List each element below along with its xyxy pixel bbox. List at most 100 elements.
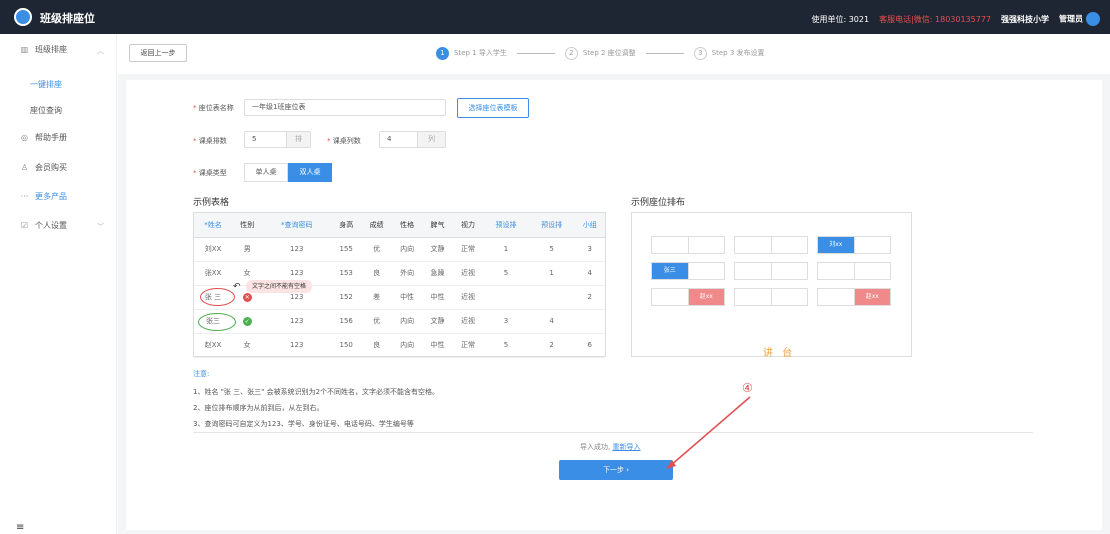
more-icon: ··· xyxy=(20,192,29,201)
sidebar-item-class-seating[interactable]: ▥ 班级排座 xyxy=(20,44,67,55)
cell: 5 xyxy=(483,261,529,286)
menu-toggle-icon[interactable]: ≡ xyxy=(16,522,24,533)
cell: 内向 xyxy=(391,333,423,358)
back-button[interactable]: 返回上一步 xyxy=(129,44,187,62)
app-logo-icon xyxy=(14,8,32,26)
desk: 张三 xyxy=(651,262,725,280)
cell: 123 xyxy=(262,309,331,334)
step-divider xyxy=(516,52,555,54)
avatar-icon[interactable] xyxy=(1086,12,1100,26)
help-icon: ◎ xyxy=(21,133,28,142)
cell: 正常 xyxy=(452,333,484,358)
desk xyxy=(734,262,808,280)
unit-label: 使用单位: 3021 xyxy=(811,14,870,24)
col-header: 性格 xyxy=(391,213,423,238)
col-header: 性别 xyxy=(232,213,263,238)
cell: 正常 xyxy=(452,237,484,262)
cell xyxy=(574,309,605,334)
note-item: 1、姓名 "张 三、张三" 会被系统识别为2个不同姓名，文字必须不能含有空格。 xyxy=(193,388,440,396)
sidebar-item-label: 帮助手册 xyxy=(35,133,67,142)
import-status: 导入成功, 重新导入 xyxy=(580,443,641,451)
step-indicator: 1 Step 1 导入学生 2 Step 2 座位调整 3 Step 3 发布设… xyxy=(436,45,765,61)
cell: 女 xyxy=(232,333,263,358)
ok-highlight-circle xyxy=(198,313,236,331)
step-1-label: Step 1 导入学生 xyxy=(454,49,507,57)
chevron-up-icon[interactable]: ︿ xyxy=(97,46,104,56)
cell: 急躁 xyxy=(422,261,453,286)
col-header: *姓名 xyxy=(194,213,233,238)
choose-template-button[interactable]: 选择座位表模板 xyxy=(457,98,529,118)
user-name[interactable]: 管理员 xyxy=(1059,12,1100,26)
check-icon: ✓ xyxy=(242,316,252,326)
cell: 1 xyxy=(528,261,575,286)
cell xyxy=(483,285,529,310)
col-header: *查询密码 xyxy=(262,213,331,238)
cell: 文静 xyxy=(422,309,453,334)
cell: 2 xyxy=(528,333,575,358)
cell: 文静 xyxy=(422,237,453,262)
sidebar: ▥ 班级排座 ︿ 一键排座 座位查询 ◎ 帮助手册 ♙ 会员购买 ··· 更多产… xyxy=(0,34,117,534)
col-header: 脾气 xyxy=(422,213,453,238)
single-desk-option[interactable]: 单人桌 xyxy=(244,163,288,182)
cell: 张XX xyxy=(194,261,233,286)
sidebar-item-personal-settings[interactable]: ☑ 个人设置 xyxy=(20,220,67,231)
table-header-row: *姓名 性别 *查询密码 身高 成绩 性格 脾气 视力 预设排 预设排 小组 xyxy=(194,213,605,238)
sidebar-item-label: 班级排座 xyxy=(35,45,67,54)
cell: 中性 xyxy=(422,333,453,358)
chevron-down-icon[interactable]: ﹀ xyxy=(97,222,104,232)
desk: 赵xx xyxy=(651,288,725,306)
user-icon: ♙ xyxy=(20,163,29,172)
notes-title: 注意: xyxy=(193,370,210,378)
sidebar-item-more-products[interactable]: ··· 更多产品 xyxy=(20,191,67,202)
cell: 良 xyxy=(361,261,392,286)
cell: 男 xyxy=(232,237,263,262)
cell: 153 xyxy=(330,261,362,286)
sidebar-item-seat-query[interactable]: 座位查询 xyxy=(30,105,62,116)
step-3-number: 3 xyxy=(693,46,707,60)
cell: 152 xyxy=(330,285,362,310)
seat-table-name-input[interactable]: 一年级1班座位表 xyxy=(244,99,446,116)
cell: 2 xyxy=(574,285,605,310)
school-name: 强强科技小学 xyxy=(1001,14,1049,24)
sidebar-item-one-click[interactable]: 一键排座 xyxy=(30,79,62,90)
step-2-label: Step 2 座位调整 xyxy=(582,49,636,57)
step-2-number: 2 xyxy=(564,46,578,60)
step-3-label: Step 3 发布设置 xyxy=(711,49,765,57)
error-x-icon: ✕ xyxy=(242,292,252,302)
cell: 优 xyxy=(361,237,392,262)
sidebar-item-membership[interactable]: ♙ 会员购买 xyxy=(20,162,67,173)
col-header: 预设排 xyxy=(483,213,529,238)
cell: 赵XX xyxy=(194,333,233,358)
double-desk-option[interactable]: 双人桌 xyxy=(288,163,332,182)
curved-arrow-icon: ↶ xyxy=(233,282,241,292)
divider xyxy=(193,432,1033,433)
next-step-button[interactable]: 下一步 › xyxy=(559,460,673,480)
seat-example-panel xyxy=(631,212,912,357)
cell: 4 xyxy=(574,261,605,286)
example-table-title: 示例表格 xyxy=(193,198,230,208)
desk-rows-unit: 排 xyxy=(286,132,310,147)
cell: 123 xyxy=(262,237,331,262)
desk xyxy=(817,262,891,280)
col-header: 身高 xyxy=(330,213,362,238)
cell: 155 xyxy=(330,237,362,262)
step-1-number: 1 xyxy=(436,46,449,60)
cell: ✓ xyxy=(232,309,263,334)
table-row: 张三 ✓ 123 156 优内向 文静 近视 3 4 xyxy=(194,309,605,334)
cell: 良 xyxy=(361,333,392,358)
cell: 内向 xyxy=(391,237,423,262)
cell: 差 xyxy=(361,285,392,310)
cell: 中性 xyxy=(391,285,423,310)
cell: 近视 xyxy=(452,309,484,334)
cell: 内向 xyxy=(391,309,423,334)
desk-cols-input[interactable]: 4 列 xyxy=(379,131,446,148)
desk-rows-value: 5 xyxy=(252,135,257,143)
desk-rows-input[interactable]: 5 排 xyxy=(244,131,311,148)
cell xyxy=(528,285,575,310)
reimport-link[interactable]: 重新导入 xyxy=(612,443,640,451)
seat-zhao: 赵xx xyxy=(688,289,724,305)
desk-type-toggle: 单人桌 双人桌 xyxy=(244,163,332,182)
sidebar-item-help[interactable]: ◎ 帮助手册 xyxy=(20,132,67,143)
seat-zhang: 张三 xyxy=(652,263,689,279)
cell: 外向 xyxy=(391,261,423,286)
